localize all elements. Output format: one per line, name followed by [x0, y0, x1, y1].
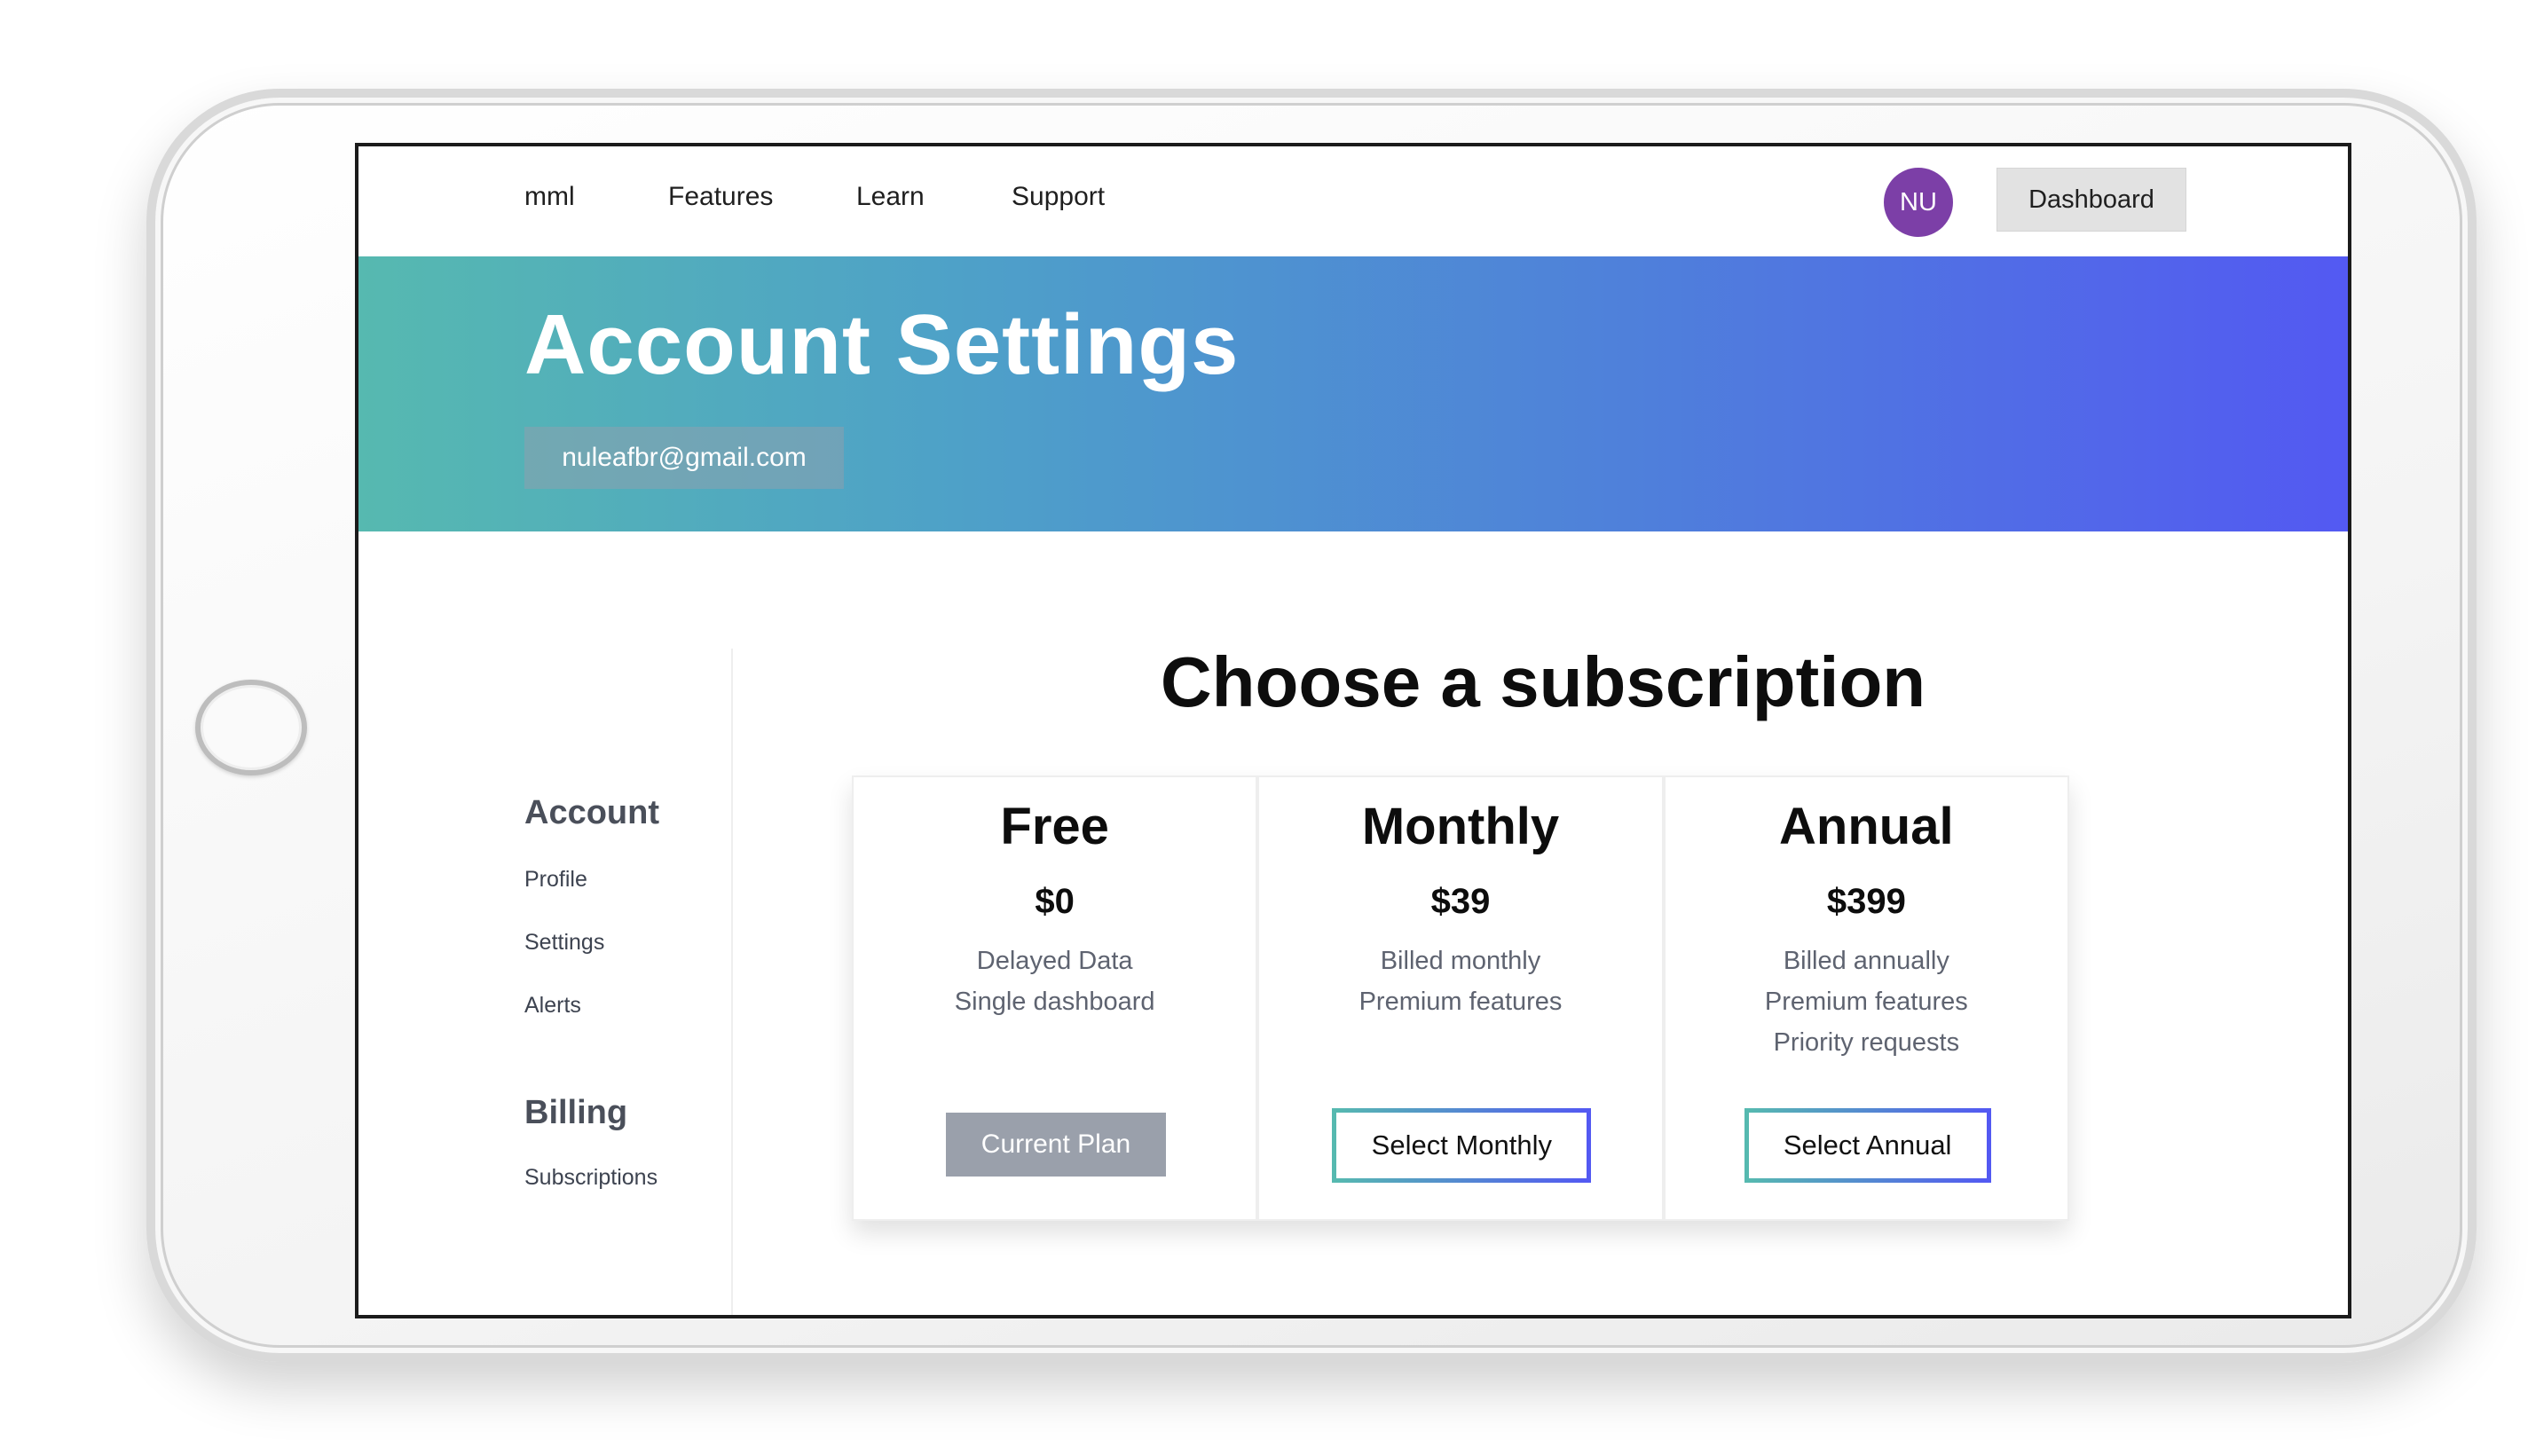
- sidebar-heading-account: Account: [524, 794, 659, 831]
- plan-feature: Priority requests: [1773, 1028, 1960, 1057]
- top-navbar: mml Features Learn Support NU Dashboard: [358, 146, 2348, 256]
- plan-name: Monthly: [1361, 798, 1560, 855]
- select-annual-button[interactable]: Select Annual: [1744, 1108, 1991, 1183]
- sidebar-item-settings[interactable]: Settings: [524, 930, 604, 956]
- plan-card-annual: Annual $399 Billed annually Premium feat…: [1663, 775, 2069, 1221]
- dashboard-button[interactable]: Dashboard: [1996, 168, 2186, 232]
- plan-card-free: Free $0 Delayed Data Single dashboard Cu…: [852, 775, 1258, 1221]
- plan-features: Delayed Data Single dashboard: [854, 940, 1256, 1022]
- plan-price: $0: [1035, 882, 1075, 921]
- nav-link-learn[interactable]: Learn: [856, 182, 925, 212]
- avatar[interactable]: NU: [1884, 168, 1953, 237]
- plan-feature: Premium features: [1764, 988, 1968, 1016]
- plan-price: $399: [1826, 882, 1906, 921]
- plan-name: Free: [1000, 798, 1109, 855]
- sidebar-heading-billing: Billing: [524, 1094, 628, 1131]
- plan-features: Billed monthly Premium features: [1259, 940, 1661, 1022]
- brand-link[interactable]: mml: [524, 182, 575, 212]
- current-plan-button[interactable]: Current Plan: [946, 1113, 1166, 1177]
- subscription-heading: Choose a subscription: [1160, 642, 1926, 721]
- plan-feature: Billed annually: [1783, 947, 1949, 975]
- plan-card-monthly: Monthly $39 Billed monthly Premium featu…: [1257, 775, 1664, 1221]
- home-button[interactable]: [195, 680, 307, 775]
- email-badge: nuleafbr@gmail.com: [524, 427, 844, 489]
- plan-cards: Free $0 Delayed Data Single dashboard Cu…: [852, 775, 2069, 1221]
- sidebar-divider: [731, 649, 733, 1315]
- plan-feature: Billed monthly: [1380, 947, 1541, 975]
- plan-features: Billed annually Premium features Priorit…: [1666, 940, 2067, 1063]
- plan-price: $39: [1430, 882, 1491, 921]
- sidebar-item-subscriptions[interactable]: Subscriptions: [524, 1165, 658, 1191]
- select-monthly-button[interactable]: Select Monthly: [1332, 1108, 1592, 1183]
- sidebar-item-alerts[interactable]: Alerts: [524, 993, 581, 1019]
- sidebar: Account Profile Settings Alerts Billing …: [358, 531, 731, 1315]
- plan-feature: Single dashboard: [954, 988, 1155, 1016]
- plan-name: Annual: [1779, 798, 1954, 855]
- nav-link-support[interactable]: Support: [1012, 182, 1105, 212]
- nav-link-features[interactable]: Features: [668, 182, 773, 212]
- page-title: Account Settings: [524, 297, 1240, 392]
- hero-banner: Account Settings nuleafbr@gmail.com: [358, 256, 2348, 531]
- plan-feature: Premium features: [1359, 988, 1563, 1016]
- screen: mml Features Learn Support NU Dashboard …: [355, 143, 2351, 1318]
- sidebar-item-profile[interactable]: Profile: [524, 867, 587, 893]
- plan-feature: Delayed Data: [976, 947, 1133, 975]
